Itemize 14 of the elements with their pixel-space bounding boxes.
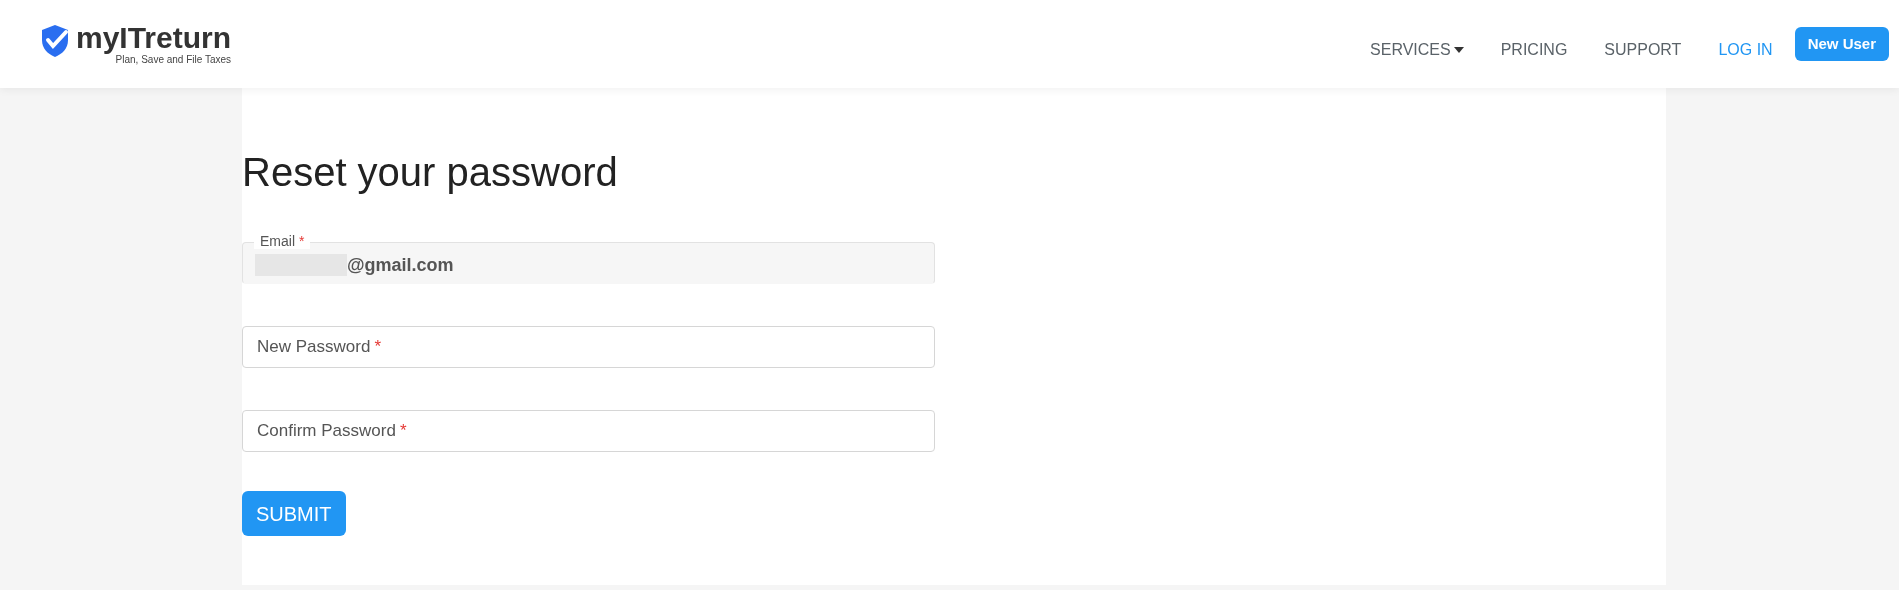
field-placeholder: New Password <box>257 336 371 359</box>
password-field[interactable]: New Password * <box>242 326 935 368</box>
field-placeholder: Confirm Password <box>257 420 396 443</box>
nav-link[interactable]: PRICING <box>1500 38 1568 62</box>
nav-link[interactable]: SUPPORT <box>1604 38 1682 62</box>
page-title: Reset your password <box>242 149 619 196</box>
caret-icon <box>1453 47 1464 53</box>
required-mark: * <box>399 420 407 443</box>
logo-tagline: Plan, Save and File Taxes <box>115 54 232 66</box>
logo-wordmark[interactable]: myITreturn <box>76 22 232 54</box>
password-field[interactable]: Confirm Password * <box>242 410 935 452</box>
shield-check-icon <box>40 24 70 58</box>
nav-dropdown[interactable]: SERVICES <box>1370 38 1464 62</box>
required-mark: * <box>374 336 381 359</box>
